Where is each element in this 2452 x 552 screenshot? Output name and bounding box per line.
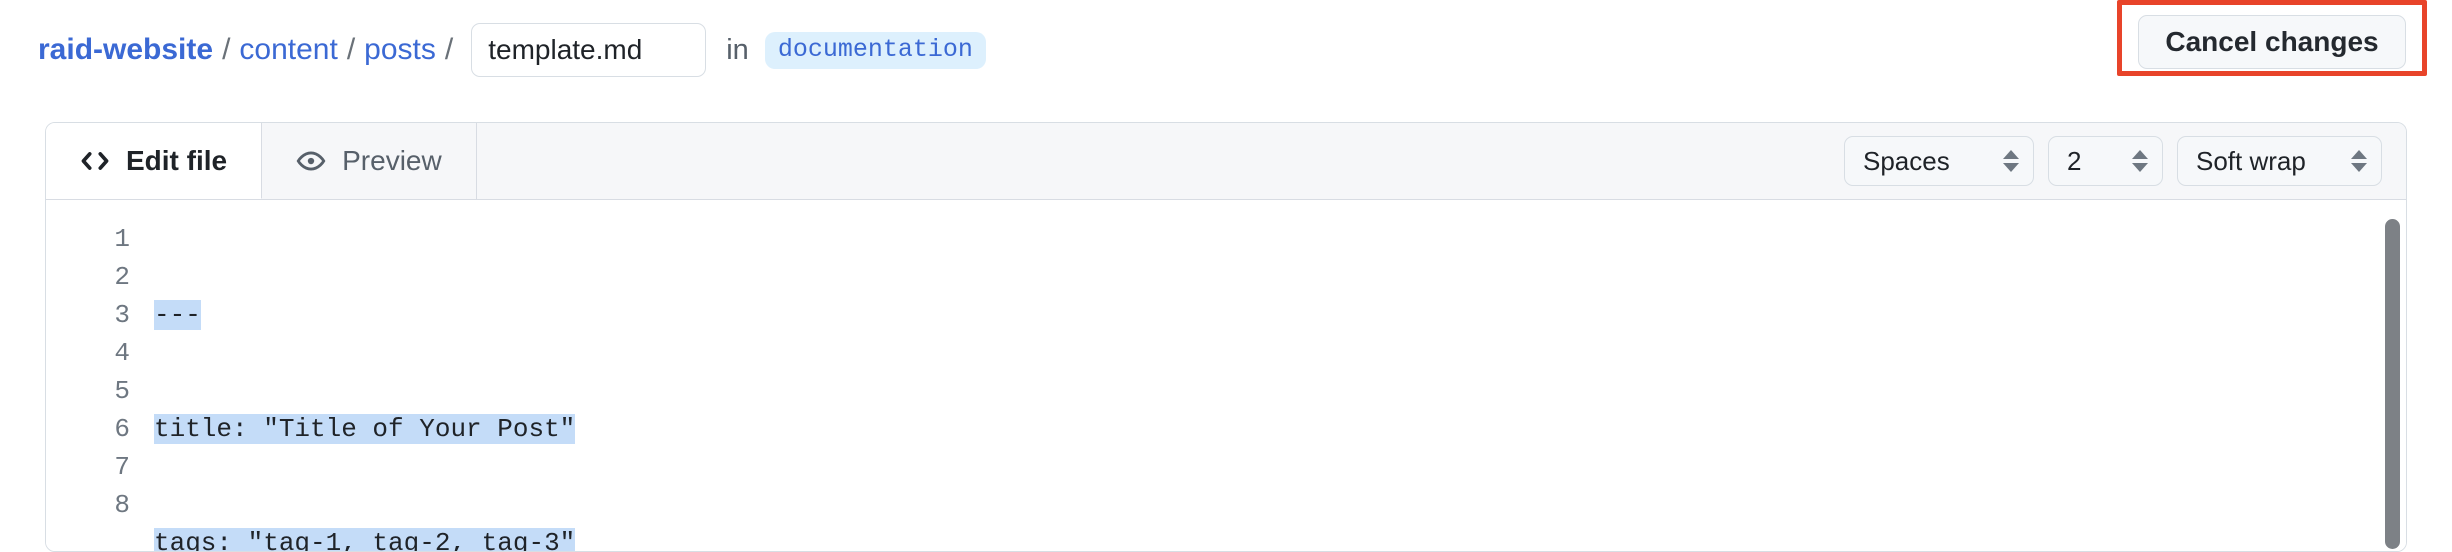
breadcrumb-repo-link[interactable]: raid-website bbox=[38, 33, 213, 67]
editor-scrollbar-thumb[interactable] bbox=[2385, 219, 2400, 549]
line-number: 5 bbox=[114, 376, 130, 406]
code-line: title: "Title of Your Post" bbox=[154, 410, 2406, 448]
editor-toolbar-controls: Spaces 2 Soft wrap bbox=[1844, 123, 2406, 199]
breadcrumb-separator-1: / bbox=[222, 33, 231, 66]
line-number-gutter: 1 2 3 4 5 6 7 8 bbox=[46, 200, 154, 551]
indent-size-value: 2 bbox=[2067, 145, 2082, 176]
code-line: --- bbox=[154, 296, 2406, 334]
tab-edit-file-label: Edit file bbox=[126, 144, 228, 176]
line-number: 3 bbox=[114, 300, 130, 330]
filename-input[interactable] bbox=[471, 23, 707, 77]
indent-size-select[interactable]: 2 bbox=[2048, 136, 2163, 186]
tab-preview[interactable]: Preview bbox=[262, 123, 477, 199]
breadcrumb-separator-3: / bbox=[444, 33, 454, 66]
tab-preview-label: Preview bbox=[342, 145, 442, 176]
line-number: 2 bbox=[114, 262, 130, 292]
code-line-text: title: "Title of Your Post" bbox=[154, 414, 576, 444]
chevron-updown-icon bbox=[2132, 150, 2148, 172]
page-header: raid-website / content / posts / in docu… bbox=[0, 0, 2452, 100]
indent-mode-value: Spaces bbox=[1863, 145, 1950, 176]
chevron-updown-icon bbox=[2351, 150, 2367, 172]
wrap-mode-value: Soft wrap bbox=[2196, 145, 2306, 176]
line-number: 4 bbox=[114, 338, 130, 368]
tab-edit-file[interactable]: Edit file bbox=[46, 123, 263, 199]
code-icon bbox=[80, 146, 110, 176]
editor-toolbar: Edit file Preview Spaces 2 Soft wrap bbox=[46, 123, 2406, 200]
code-line: tags: "tag-1, tag-2, tag-3" bbox=[154, 524, 2406, 551]
code-line-text: --- bbox=[154, 300, 201, 330]
indent-mode-select[interactable]: Spaces bbox=[1844, 136, 2034, 186]
cancel-changes-button[interactable]: Cancel changes bbox=[2138, 15, 2406, 69]
code-line-text: tags: "tag-1, tag-2, tag-3" bbox=[154, 528, 576, 551]
branch-badge: documentation bbox=[764, 31, 986, 69]
eye-icon bbox=[296, 146, 326, 176]
line-number: 1 bbox=[114, 224, 130, 254]
line-number: 8 bbox=[114, 490, 130, 520]
chevron-updown-icon bbox=[2003, 150, 2019, 172]
line-number: 7 bbox=[114, 452, 130, 482]
file-editor-panel: Edit file Preview Spaces 2 Soft wrap 1 2… bbox=[45, 122, 2407, 552]
code-content[interactable]: --- title: "Title of Your Post" tags: "t… bbox=[154, 200, 2406, 551]
wrap-mode-select[interactable]: Soft wrap bbox=[2177, 136, 2382, 186]
breadcrumb-separator-2: / bbox=[346, 33, 356, 66]
in-label: in bbox=[726, 33, 749, 66]
breadcrumb: raid-website / content / posts / in docu… bbox=[38, 20, 986, 80]
breadcrumb-segment-posts[interactable]: posts bbox=[364, 33, 436, 67]
line-number: 6 bbox=[114, 414, 130, 444]
code-editor-area[interactable]: 1 2 3 4 5 6 7 8 --- title: "Title of You… bbox=[46, 200, 2406, 551]
breadcrumb-segment-content[interactable]: content bbox=[239, 33, 337, 67]
